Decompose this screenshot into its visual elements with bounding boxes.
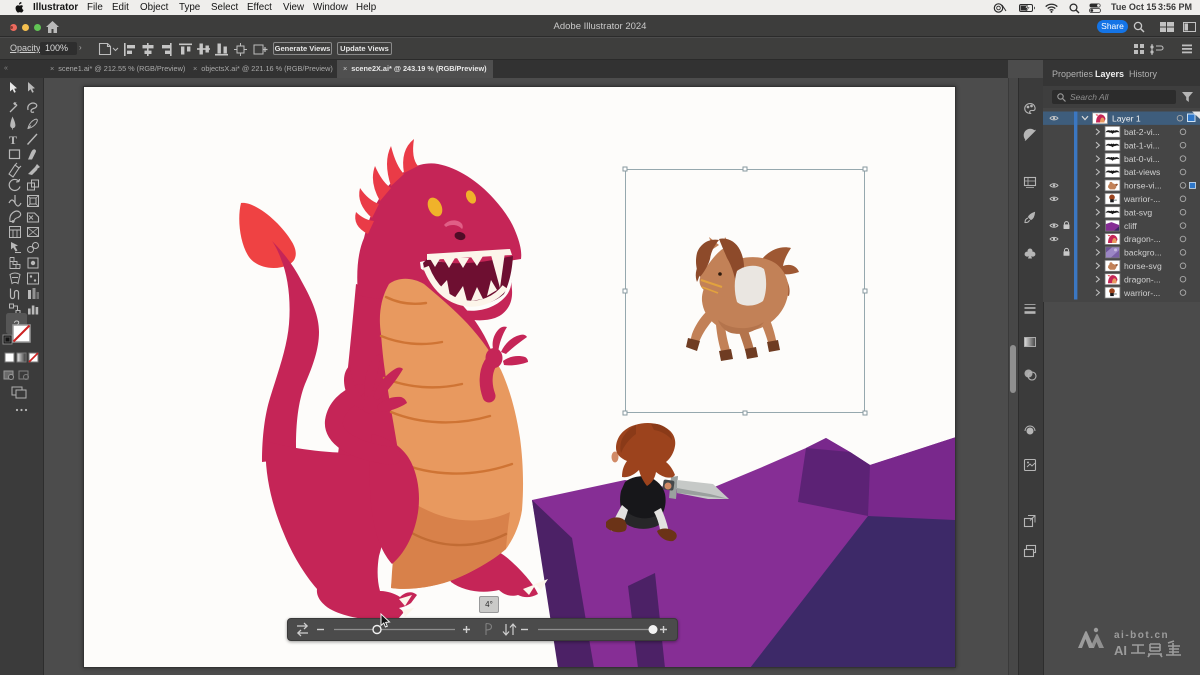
svg-text:ai-bot.cn: ai-bot.cn (1114, 630, 1169, 641)
svg-text:horse-vi...: horse-vi... (1124, 181, 1162, 191)
svg-text:bat-svg: bat-svg (1124, 207, 1152, 217)
svg-text:bat-2-vi...: bat-2-vi... (1124, 127, 1160, 137)
svg-text:warrior-...: warrior-... (1123, 288, 1160, 298)
svg-text:dragon-...: dragon-... (1124, 234, 1161, 244)
svg-text:bat-0-vi...: bat-0-vi... (1124, 154, 1160, 164)
svg-text:warrior-...: warrior-... (1123, 194, 1160, 204)
svg-text:bat-views: bat-views (1124, 167, 1160, 177)
svg-text:AI: AI (1114, 643, 1127, 658)
svg-text:cliff: cliff (1124, 221, 1137, 231)
svg-text:horse-svg: horse-svg (1124, 261, 1162, 271)
svg-text:T: T (9, 133, 17, 147)
svg-text:backgro...: backgro... (1124, 248, 1162, 258)
svg-text:dragon-...: dragon-... (1124, 274, 1161, 284)
svg-text:bat-1-vi...: bat-1-vi... (1124, 140, 1160, 150)
